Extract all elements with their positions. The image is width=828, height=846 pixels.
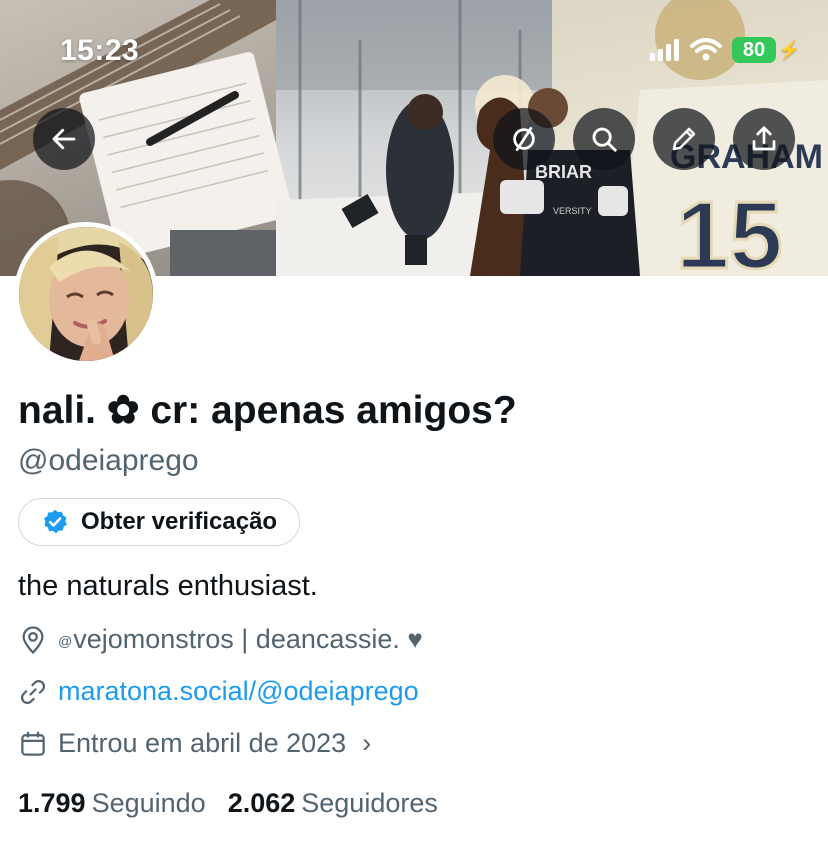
search-button[interactable] <box>573 108 635 170</box>
calendar-icon <box>21 731 45 756</box>
wifi-icon <box>690 38 722 61</box>
battery-level: 80 <box>732 37 776 63</box>
signal-icon <box>650 39 679 61</box>
get-verified-label: Obter verificação <box>81 508 278 535</box>
filter-button[interactable] <box>493 108 555 170</box>
followers-label: Seguidores <box>301 788 438 818</box>
edit-button[interactable] <box>653 108 715 170</box>
profile-location: @vejomonstros | deancassie. ♥ <box>18 624 423 655</box>
get-verified-button[interactable]: Obter verificação <box>18 498 301 546</box>
location-text: vejomonstros | deancassie. <box>73 624 400 654</box>
jersey-number-text: 15 <box>676 182 783 276</box>
joined-date-text: Entrou em abril de 2023 <box>58 728 347 758</box>
jersey-front-subtext: VERSITY <box>553 206 592 216</box>
filter-circle-icon <box>513 127 535 151</box>
profile-joined[interactable]: Entrou em abril de 2023 › <box>18 728 371 759</box>
profile-display-name: nali. ✿ cr: apenas amigos? <box>18 389 517 432</box>
heart-icon: ♥ <box>407 624 423 654</box>
profile-website: maratona.social/@odeiaprego <box>18 676 419 707</box>
profile-stats: 1.799 Seguindo 2.062 Seguidores <box>18 788 438 819</box>
chevron-right-icon: › <box>362 728 372 758</box>
profile-bio: the naturals enthusiast. <box>18 570 318 602</box>
search-icon <box>592 127 617 152</box>
link-icon <box>20 679 46 704</box>
share-button[interactable] <box>733 108 795 170</box>
location-pin-icon <box>22 625 44 654</box>
back-button[interactable] <box>33 108 95 170</box>
following-count: 1.799 <box>18 788 86 818</box>
avatar-photo <box>19 227 153 361</box>
following-label: Seguindo <box>91 788 206 818</box>
followers-count: 2.062 <box>227 788 296 818</box>
profile-handle: @odeiaprego <box>18 444 199 477</box>
followers-stat[interactable]: 2.062 Seguidores <box>228 788 438 819</box>
jersey-front-text: BRIAR <box>535 162 592 182</box>
status-time: 15:23 <box>60 34 140 67</box>
status-icons: 80 ⚡ <box>650 36 800 64</box>
share-upload-icon <box>752 126 776 151</box>
pencil-icon <box>672 127 696 151</box>
arrow-left-icon <box>52 128 76 150</box>
charging-bolt-icon: ⚡ <box>778 39 801 60</box>
following-stat[interactable]: 1.799 Seguindo <box>18 788 206 819</box>
location-at-symbol: @ <box>58 632 73 649</box>
battery-icon: 80 ⚡ <box>732 37 800 63</box>
avatar[interactable] <box>14 222 158 366</box>
website-link[interactable]: maratona.social/@odeiaprego <box>58 676 419 707</box>
verified-badge-icon <box>44 509 67 534</box>
